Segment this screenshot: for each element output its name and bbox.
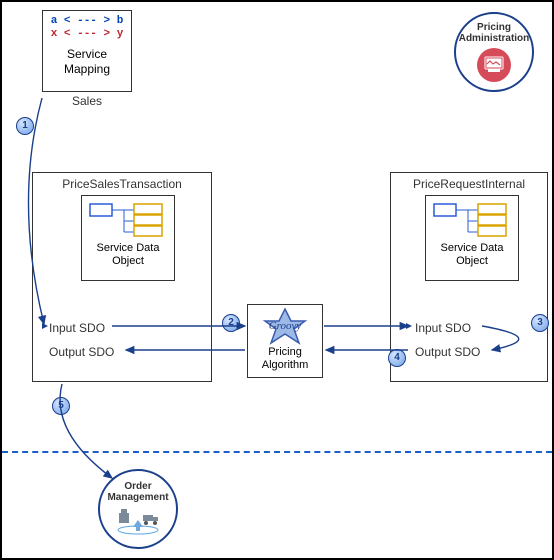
diagram-canvas: a < --- > b x < --- > y Service Mapping … xyxy=(0,0,554,560)
pst-output-sdo: Output SDO xyxy=(49,345,114,359)
pst-title: PriceSalesTransaction xyxy=(33,173,211,193)
pricing-administration-node: Pricing Administration xyxy=(454,12,534,92)
step-badge-3: 3 xyxy=(531,314,549,332)
pri-output-sdo: Output SDO xyxy=(415,345,480,359)
pricing-algorithm-box: Groovy Pricing Algorithm xyxy=(247,304,323,378)
service-mapping-box: a < --- > b x < --- > y Service Mapping xyxy=(42,10,132,92)
svg-text:Groovy: Groovy xyxy=(269,320,302,332)
step-badge-1: 1 xyxy=(16,117,34,135)
price-request-internal-box: PriceRequestInternal Service Data Object… xyxy=(390,172,548,382)
order-management-label: Order Management xyxy=(100,481,176,503)
sdo-icon xyxy=(88,200,168,240)
pricing-administration-label: Pricing Administration xyxy=(456,22,532,44)
order-management-icon xyxy=(115,507,161,533)
pricing-algorithm-label: Pricing Algorithm xyxy=(248,345,322,371)
step-badge-4: 4 xyxy=(388,349,406,367)
mapping-code: a < --- > b x < --- > y xyxy=(43,11,131,41)
groovy-star-icon: Groovy xyxy=(255,307,315,345)
step-badge-5: 5 xyxy=(52,397,70,415)
pst-input-sdo: Input SDO xyxy=(49,321,105,335)
pri-sdo-box: Service Data Object xyxy=(425,195,519,281)
sdo-icon xyxy=(432,200,512,240)
pst-sdo-box: Service Data Object xyxy=(81,195,175,281)
pri-title: PriceRequestInternal xyxy=(391,173,547,193)
step-badge-2: 2 xyxy=(222,314,240,332)
pri-sdo-label: Service Data Object xyxy=(426,242,518,268)
mapping-code-1: a < --- > b xyxy=(51,15,124,27)
price-sales-transaction-box: PriceSalesTransaction Service Data Objec… xyxy=(32,172,212,382)
order-management-node: Order Management xyxy=(98,469,178,549)
pst-sdo-label: Service Data Object xyxy=(82,242,174,268)
pricing-admin-icon xyxy=(477,48,511,82)
service-mapping-label: Service Mapping xyxy=(43,47,131,76)
boundary-dashed-line xyxy=(2,451,552,453)
pri-input-sdo: Input SDO xyxy=(415,321,471,335)
mapping-code-2: x < --- > y xyxy=(51,28,124,40)
sales-label: Sales xyxy=(42,94,132,108)
